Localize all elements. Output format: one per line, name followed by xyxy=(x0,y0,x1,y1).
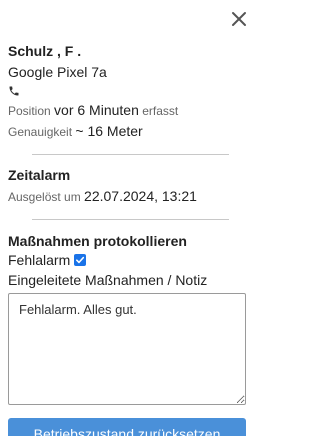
alarm-title: Zeitalarm xyxy=(8,167,71,183)
triggered-info: Ausgelöst um 22.07.2024, 13:21 xyxy=(8,186,253,207)
accuracy-info: Genauigkeit ~ 16 Meter xyxy=(8,121,253,142)
reset-operating-state-button[interactable]: Betriebszustand zurücksetzen xyxy=(8,418,246,436)
phone-row xyxy=(8,82,253,100)
position-label: Position xyxy=(8,104,51,118)
alarm-section: Zeitalarm Ausgelöst um 22.07.2024, 13:21 xyxy=(8,155,253,207)
position-value: vor 6 Minuten xyxy=(54,102,139,118)
actions-title: Maßnahmen protokollieren xyxy=(8,233,187,249)
accuracy-value: ~ 16 Meter xyxy=(75,123,143,139)
close-button[interactable] xyxy=(229,9,249,29)
note-label: Eingeleitete Maßnahmen / Notiz xyxy=(8,272,208,288)
person-name: Schulz , F . xyxy=(8,43,82,59)
actions-section: Maßnahmen protokollieren Fehlalarm Einge… xyxy=(8,220,253,436)
position-suffix: erfasst xyxy=(142,104,179,118)
false-alarm-label: Fehlalarm xyxy=(8,252,71,268)
accuracy-label: Genauigkeit xyxy=(8,125,73,139)
checkmark-icon xyxy=(76,256,85,264)
false-alarm-row: Fehlalarm xyxy=(8,251,253,269)
phone-icon[interactable] xyxy=(8,85,20,97)
triggered-value: 22.07.2024, 13:21 xyxy=(84,188,197,204)
position-info: Position vor 6 Minuten erfasst xyxy=(8,100,253,121)
person-section: Schulz , F . Google Pixel 7a Position vo… xyxy=(8,0,253,142)
alarm-detail-panel: Schulz , F . Google Pixel 7a Position vo… xyxy=(0,0,261,436)
close-icon xyxy=(232,12,246,26)
note-textarea[interactable]: Fehlalarm. Alles gut. xyxy=(8,293,246,405)
triggered-label: Ausgelöst um xyxy=(8,190,81,204)
device-name: Google Pixel 7a xyxy=(8,64,107,80)
false-alarm-checkbox[interactable] xyxy=(74,254,87,266)
